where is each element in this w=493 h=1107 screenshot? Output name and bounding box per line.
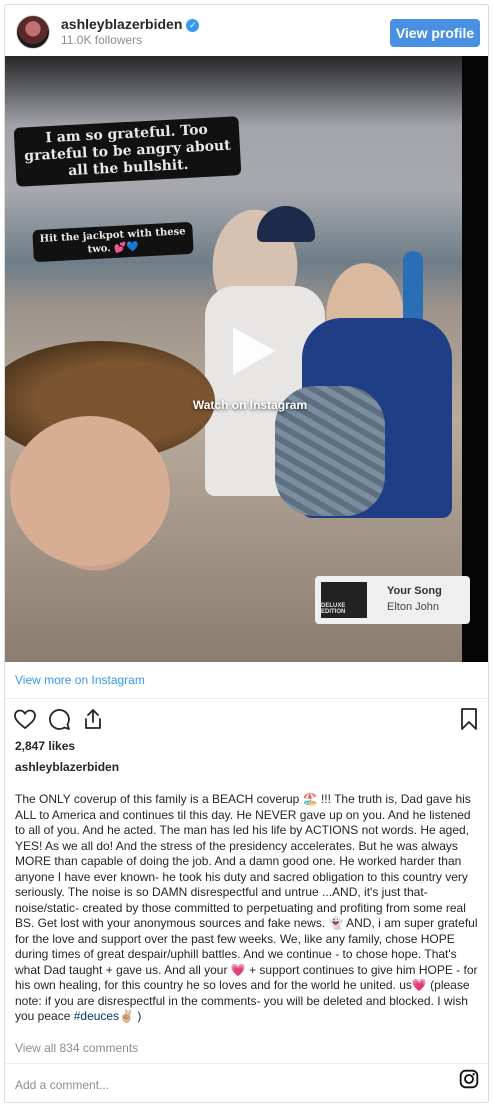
overlay-caption-grateful: I am so grateful. Too grateful to be ang…	[13, 116, 242, 187]
post-caption: The ONLY coverup of this family is a BEA…	[15, 792, 481, 1025]
follower-count: 11.0K followers	[61, 33, 143, 47]
music-sticker: DELUXE EDITION Your Song Elton John	[315, 576, 470, 624]
bookmark-icon[interactable]	[457, 707, 481, 731]
view-profile-button[interactable]: View profile	[390, 19, 480, 47]
share-icon[interactable]	[81, 707, 105, 731]
like-count[interactable]: 2,847 likes	[15, 739, 75, 753]
play-icon[interactable]	[223, 323, 279, 379]
view-more-link[interactable]: View more on Instagram	[15, 673, 145, 687]
avatar[interactable]	[16, 15, 50, 49]
selfie-face	[10, 416, 170, 566]
caption-username[interactable]: ashleyblazerbiden	[15, 760, 119, 774]
post-media[interactable]: I am so grateful. Too grateful to be ang…	[5, 56, 488, 662]
song-artist: Elton John	[387, 601, 439, 613]
overlay-caption-jackpot: Hit the jackpot with these two. 💕💙	[32, 221, 194, 263]
album-art: DELUXE EDITION	[321, 582, 367, 618]
instagram-logo-icon[interactable]	[459, 1069, 479, 1089]
comment-icon[interactable]	[47, 707, 71, 731]
caption-suffix: ✌🏼 )	[119, 1009, 142, 1023]
username-row[interactable]: ashleyblazerbiden ✓	[61, 16, 200, 32]
username[interactable]: ashleyblazerbiden	[61, 16, 182, 32]
person-cap	[257, 206, 315, 242]
post-header: ashleyblazerbiden ✓ 11.0K followers View …	[5, 5, 488, 58]
add-comment-input[interactable]: Add a comment...	[15, 1078, 109, 1092]
heart-icon[interactable]	[13, 707, 37, 731]
instagram-embed-card: ashleyblazerbiden ✓ 11.0K followers View …	[4, 4, 489, 1103]
verified-badge-icon: ✓	[186, 19, 200, 32]
divider	[5, 1063, 488, 1064]
hashtag-link[interactable]: #deuces	[74, 1009, 119, 1023]
song-title: Your Song	[387, 585, 442, 597]
caption-text: The ONLY coverup of this family is a BEA…	[15, 792, 478, 1023]
view-all-comments-link[interactable]: View all 834 comments	[15, 1041, 138, 1055]
watch-on-instagram-label[interactable]: Watch on Instagram	[155, 398, 345, 412]
divider	[5, 698, 488, 699]
beach-umbrella	[403, 251, 423, 321]
